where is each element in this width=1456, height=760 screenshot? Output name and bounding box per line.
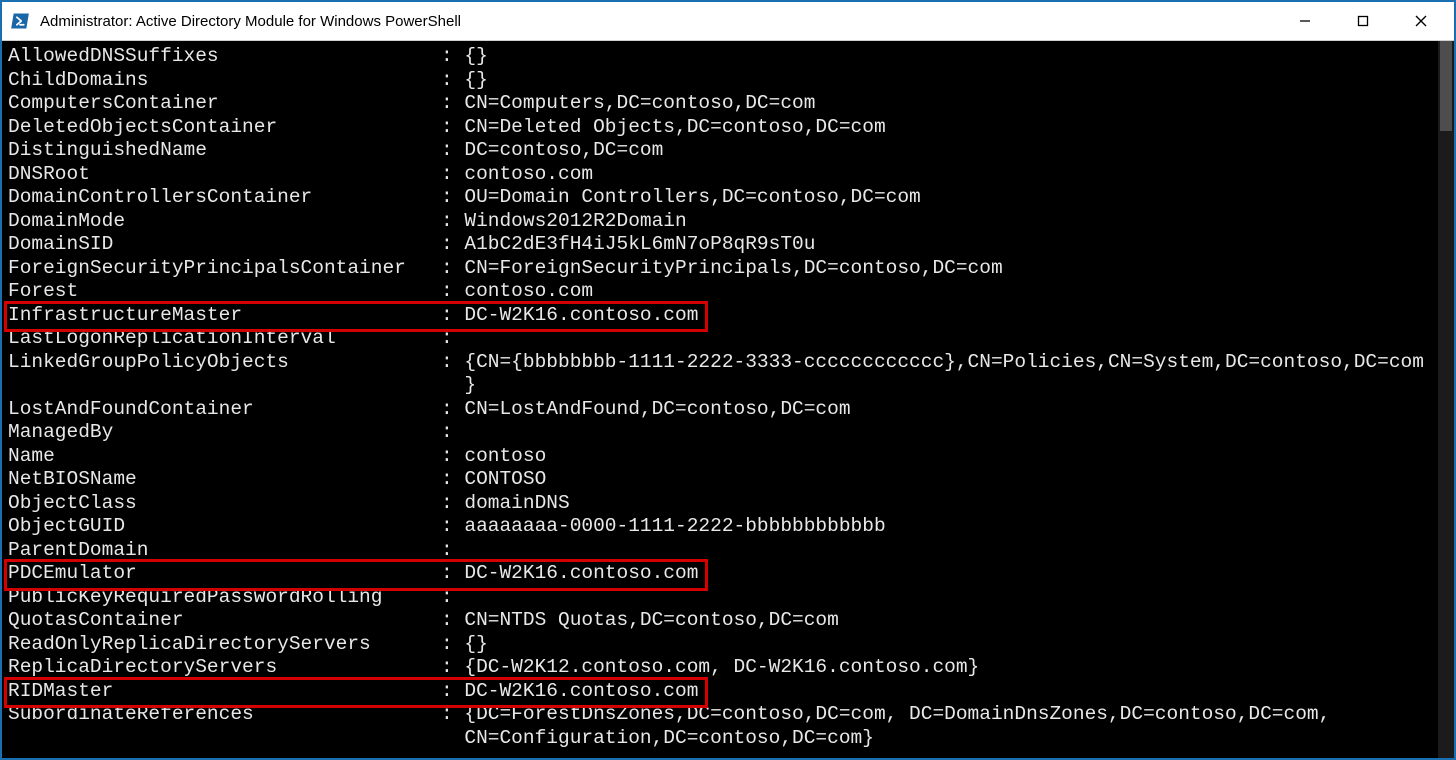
output-row-ridmaster: RIDMaster : DC-W2K16.contoso.com — [8, 680, 1432, 704]
output-row-publickeyrequiredpasswordrolling: PublicKeyRequiredPasswordRolling : — [8, 586, 1432, 610]
output-row-computerscontainer: ComputersContainer : CN=Computers,DC=con… — [8, 92, 1432, 116]
output-row-forest: Forest : contoso.com — [8, 280, 1432, 304]
output-row-quotascontainer: QuotasContainer : CN=NTDS Quotas,DC=cont… — [8, 609, 1432, 633]
minimize-button[interactable] — [1276, 2, 1334, 40]
output-row-lostandfoundcontainer: LostAndFoundContainer : CN=LostAndFound,… — [8, 398, 1432, 422]
output-row-dnsroot: DNSRoot : contoso.com — [8, 163, 1432, 187]
output-row-managedby: ManagedBy : — [8, 421, 1432, 445]
output-row-infrastructuremaster: InfrastructureMaster : DC-W2K16.contoso.… — [8, 304, 1432, 328]
output-row-lastlogonreplicationinterval: LastLogonReplicationInterval : — [8, 327, 1432, 351]
output-row-alloweddnssuffixes: AllowedDNSSuffixes : {} — [8, 45, 1432, 69]
close-icon — [1415, 15, 1427, 27]
titlebar[interactable]: Administrator: Active Directory Module f… — [2, 2, 1454, 41]
output-row-replicadirectoryservers: ReplicaDirectoryServers : {DC-W2K12.cont… — [8, 656, 1432, 680]
output-row-name: Name : contoso — [8, 445, 1432, 469]
output-row-linkedgrouppolicyobjects-cont: } — [8, 374, 1432, 398]
maximize-button[interactable] — [1334, 2, 1392, 40]
maximize-icon — [1357, 15, 1369, 27]
output-row-foreignsecurityprincipalscontainer: ForeignSecurityPrincipalsContainer : CN=… — [8, 257, 1432, 281]
window-buttons — [1276, 2, 1450, 40]
output-row-domainmode: DomainMode : Windows2012R2Domain — [8, 210, 1432, 234]
output-row-subordinatereferences-cont: CN=Configuration,DC=contoso,DC=com} — [8, 727, 1432, 751]
output-row-subordinatereferences: SubordinateReferences : {DC=ForestDnsZon… — [8, 703, 1432, 727]
vertical-scrollbar[interactable] — [1438, 41, 1454, 758]
powershell-window: Administrator: Active Directory Module f… — [0, 0, 1456, 760]
minimize-icon — [1299, 15, 1311, 27]
window-title: Administrator: Active Directory Module f… — [40, 13, 1276, 30]
output-row-distinguishedname: DistinguishedName : DC=contoso,DC=com — [8, 139, 1432, 163]
output-row-parentdomain: ParentDomain : — [8, 539, 1432, 563]
powershell-icon — [10, 11, 30, 31]
output-row-readonlyreplicadirectoryservers: ReadOnlyReplicaDirectoryServers : {} — [8, 633, 1432, 657]
output-row-deletedobjectscontainer: DeletedObjectsContainer : CN=Deleted Obj… — [8, 116, 1432, 140]
output-row-netbiosname: NetBIOSName : CONTOSO — [8, 468, 1432, 492]
output-row-linkedgrouppolicyobjects: LinkedGroupPolicyObjects : {CN={bbbbbbbb… — [8, 351, 1432, 375]
scrollbar-thumb[interactable] — [1440, 41, 1452, 131]
terminal-output[interactable]: AllowedDNSSuffixes : {}ChildDomains : {}… — [2, 41, 1438, 758]
output-row-childdomains: ChildDomains : {} — [8, 69, 1432, 93]
close-button[interactable] — [1392, 2, 1450, 40]
output-row-pdcemulator: PDCEmulator : DC-W2K16.contoso.com — [8, 562, 1432, 586]
output-row-objectclass: ObjectClass : domainDNS — [8, 492, 1432, 516]
output-row-objectguid: ObjectGUID : aaaaaaaa-0000-1111-2222-bbb… — [8, 515, 1432, 539]
output-row-domaincontrollerscontainer: DomainControllersContainer : OU=Domain C… — [8, 186, 1432, 210]
output-row-domainsid: DomainSID : A1bC2dE3fH4iJ5kL6mN7oP8qR9sT… — [8, 233, 1432, 257]
terminal-area: AllowedDNSSuffixes : {}ChildDomains : {}… — [2, 41, 1454, 758]
